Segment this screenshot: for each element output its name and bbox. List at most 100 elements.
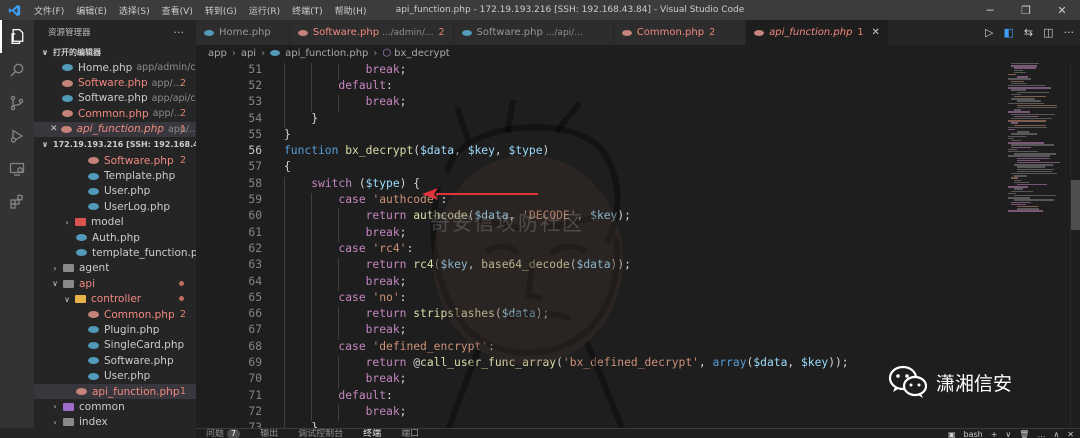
minimap[interactable] [1006, 61, 1070, 428]
close-icon[interactable]: ✕ [50, 124, 58, 134]
breadcrumb-item-file[interactable]: api_function.php [285, 48, 368, 59]
minimap-line [1008, 142, 1045, 144]
code-content: } [284, 421, 318, 428]
minimize-button[interactable]: ─ [972, 0, 1008, 20]
tab-ports[interactable]: 端口 [391, 429, 429, 438]
open-editor-item[interactable]: Home.phpapp/admin/c... [34, 60, 196, 75]
tree-folder[interactable]: › agent [34, 261, 196, 276]
explorer-icon[interactable] [0, 20, 34, 53]
close-window-button[interactable]: ✕ [1044, 0, 1080, 20]
editor-tab[interactable]: Software.php .../api/... [453, 20, 614, 45]
minimap-line [1011, 122, 1018, 124]
tree-file[interactable]: Plugin.php [34, 322, 196, 337]
editor-tab[interactable]: Software.php .../admin/... 2 [289, 20, 454, 45]
tab-debug-console[interactable]: 调试控制台 [288, 429, 353, 438]
tree-file[interactable]: Template.php [34, 168, 196, 183]
editor-tab[interactable]: Home.php [196, 20, 290, 45]
tree-file[interactable]: User.php [34, 368, 196, 383]
editor-tab[interactable]: Common.php 2 [613, 20, 747, 45]
kill-terminal-icon[interactable]: 🗑 [1019, 430, 1029, 438]
menu-item[interactable]: 运行(R) [243, 4, 286, 17]
run-debug-icon[interactable] [0, 119, 34, 152]
tab-problems[interactable]: 问题 7 [196, 429, 250, 438]
open-editors-list: Home.phpapp/admin/c...Software.phpapp/..… [34, 60, 196, 137]
open-editor-item[interactable]: ✕ api_function.php app/... 1 [34, 121, 196, 137]
code-content: } [284, 111, 318, 128]
extensions-icon[interactable] [0, 185, 34, 218]
tree-file[interactable]: Common.php 2 [34, 307, 196, 322]
tree-file[interactable]: template_function.php [34, 245, 196, 260]
minimap-line [1014, 69, 1024, 71]
restore-button[interactable]: ❐ [1008, 0, 1044, 20]
minimap-line [1017, 131, 1029, 133]
explorer-more-button[interactable]: ··· [174, 26, 185, 39]
tab-terminal[interactable]: 终端 [353, 429, 391, 438]
terminal-shell-label[interactable]: bash [964, 430, 983, 438]
breadcrumb-item-symbol[interactable]: bx_decrypt [394, 48, 450, 59]
open-editor-item[interactable]: Software.phpapp/api/c... [34, 91, 196, 106]
tree-folder[interactable]: › model [34, 215, 196, 230]
menu-item[interactable]: 查看(V) [156, 4, 199, 17]
tree-folder[interactable]: › index [34, 415, 196, 428]
minimap-line [1011, 98, 1035, 100]
breadcrumb-item-app[interactable]: app [208, 48, 227, 59]
more-actions-icon[interactable]: ··· [1064, 26, 1075, 39]
tab-problem-badge: 2 [709, 27, 716, 38]
code-line: 54 } [196, 110, 1006, 128]
compare-icon[interactable]: ⇆ [1024, 26, 1033, 39]
search-icon[interactable] [0, 53, 34, 86]
open-editors-header[interactable]: ∨ 打开的编辑器 [34, 44, 196, 60]
menu-item[interactable]: 转到(G) [199, 4, 243, 17]
breadcrumb-item-api[interactable]: api [241, 48, 256, 59]
terminal-dropdown-button[interactable]: ∨ [1005, 430, 1011, 438]
open-editor-item[interactable]: Common.php app/... 2 [34, 106, 196, 121]
menu-item[interactable]: 编辑(E) [70, 4, 113, 17]
tree-item-label: common [79, 400, 125, 413]
problem-count-badge: 2 [179, 108, 186, 120]
tree-folder[interactable]: ∨ controller [34, 291, 196, 306]
tree-file[interactable]: SingleCard.php [34, 338, 196, 353]
maximize-panel-button[interactable]: ∧ [1053, 430, 1059, 438]
code-line: 72 break; [196, 403, 1006, 422]
tree-file[interactable]: User.php [34, 184, 196, 199]
tree-item-label: Plugin.php [104, 323, 160, 336]
tab-output[interactable]: 输出 [250, 429, 288, 438]
tree-file[interactable]: Software.php [34, 353, 196, 368]
run-file-icon[interactable]: ▷ [985, 26, 993, 39]
scrollbar-thumb[interactable] [1071, 180, 1080, 230]
menu-item[interactable]: 选择(S) [113, 4, 156, 17]
code-editor[interactable]: 51 break; 52 default: 53 break; 54 } 55} 56 fu… [196, 61, 1006, 428]
tree-folder[interactable]: ∨ api [34, 276, 196, 291]
split-editor-icon[interactable]: ◫ [1043, 26, 1053, 39]
tab-problems-label: 问题 [206, 428, 225, 438]
tree-file[interactable]: api_function.php 1 [34, 383, 196, 400]
workspace-header[interactable]: ∨ 172.19.193.216 [SSH: 192.168.43.84] [34, 137, 196, 153]
editor-tab[interactable]: api_function.php 1 ✕ [746, 20, 889, 45]
remote-explorer-icon[interactable] [0, 152, 34, 185]
editor-scrollbar[interactable] [1070, 61, 1080, 428]
minimap-line [1011, 89, 1027, 91]
code-line: 63 return rc4($key, base64_decode($data)… [196, 257, 1006, 275]
minimap-line [1014, 181, 1030, 184]
close-tab-icon[interactable]: ✕ [871, 27, 879, 38]
menu-item[interactable]: 文件(F) [28, 4, 70, 17]
code-token: break [365, 274, 400, 288]
remote-icon[interactable]: ◧ [1003, 26, 1013, 39]
tree-folder[interactable]: › common [34, 399, 196, 414]
code-token: } [284, 127, 291, 141]
new-terminal-button[interactable]: + [991, 430, 998, 438]
open-editor-item[interactable]: Software.php app/... 2 [34, 75, 196, 90]
panel-more-button[interactable]: … [1037, 430, 1045, 438]
tree-file[interactable]: Auth.php [34, 230, 196, 245]
tree-file[interactable]: UserLog.php [34, 199, 196, 214]
open-editor-name: Software.php [78, 77, 148, 90]
problem-count-badge: 2 [179, 155, 186, 167]
minimap-line [1008, 74, 1016, 76]
code-line: 73 } [196, 420, 1006, 428]
minimap-line [1014, 175, 1027, 177]
tree-file[interactable]: Software.php 2 [34, 153, 196, 168]
menu-item[interactable]: 终端(T) [286, 4, 329, 17]
minimap-line [1011, 80, 1024, 82]
close-panel-button[interactable]: ✕ [1067, 430, 1074, 438]
source-control-icon[interactable] [0, 86, 34, 119]
